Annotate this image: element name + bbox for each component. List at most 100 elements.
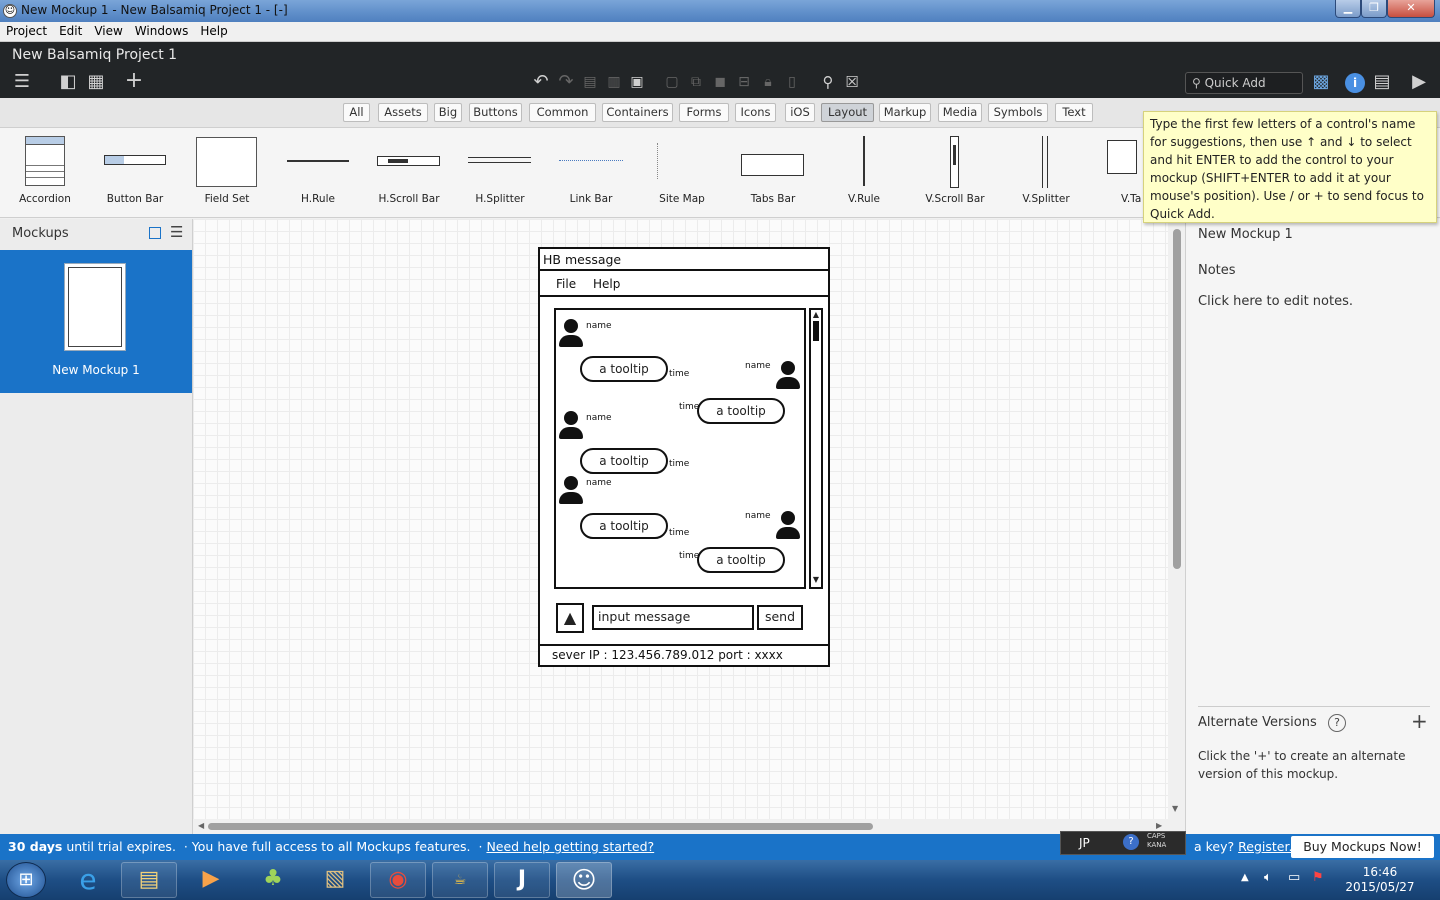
ui-library-icon[interactable]: ▩: [1309, 70, 1333, 94]
lock-icon[interactable]: 🔒︎: [756, 70, 780, 94]
undo-icon[interactable]: ↶: [529, 70, 553, 94]
grid-view-icon[interactable]: ▦: [84, 70, 108, 94]
align-icon[interactable]: ⊟: [732, 70, 756, 94]
tabs-bar-preview: [741, 154, 804, 176]
notes-editor[interactable]: Click here to edit notes.: [1198, 294, 1353, 309]
filter-tab-forms[interactable]: Forms: [679, 103, 729, 122]
filter-tab-markup[interactable]: Markup: [879, 103, 931, 122]
sketch-scrollbar: ▲: [809, 308, 823, 589]
quick-add-input[interactable]: ⚲ Quick Add: [1185, 72, 1303, 94]
library-item-v-splitter[interactable]: V.Splitter: [1001, 128, 1091, 218]
start-button[interactable]: ⊞: [6, 862, 46, 898]
buy-now-button[interactable]: Buy Mockups Now!: [1291, 836, 1434, 858]
filter-tab-big[interactable]: Big: [434, 103, 462, 122]
delete-icon[interactable]: ▯: [780, 70, 804, 94]
library-item-v-rule[interactable]: V.Rule: [819, 128, 909, 218]
hamburger-menu-icon[interactable]: ☰: [10, 70, 34, 94]
ime-language-bar[interactable]: JP ? CAPS KANA: [1060, 831, 1186, 855]
menu-edit[interactable]: Edit: [53, 22, 88, 38]
library-item-h-splitter[interactable]: H.Splitter: [455, 128, 545, 218]
scroll-down-arrow-icon[interactable]: ▼: [1172, 804, 1178, 813]
menu-windows[interactable]: Windows: [129, 22, 195, 38]
menu-view[interactable]: View: [88, 22, 128, 38]
jdeveloper-icon[interactable]: J: [494, 862, 550, 898]
ime-help-icon[interactable]: ?: [1123, 834, 1139, 850]
list-view-icon[interactable]: ☰: [170, 223, 183, 241]
menu-project[interactable]: Project: [0, 22, 53, 38]
library-item-h-scroll-bar[interactable]: H.Scroll Bar: [364, 128, 454, 218]
ime-language[interactable]: JP: [1079, 836, 1090, 850]
library-item-v-tabs[interactable]: V.Ta: [1093, 128, 1143, 218]
sketch-send-button: send: [757, 605, 803, 630]
show-hidden-icons[interactable]: ▲: [1241, 872, 1249, 883]
java-ee-ide-icon[interactable]: ☕: [432, 862, 488, 898]
library-item-accordion[interactable]: Accordion: [0, 128, 90, 218]
file-explorer-icon[interactable]: ▤: [121, 862, 177, 898]
remove-icon[interactable]: ☒: [840, 70, 864, 94]
paste-icon[interactable]: ▣: [625, 70, 649, 94]
bring-front-icon[interactable]: ◼: [708, 70, 732, 94]
volume-icon[interactable]: 🔈︎: [1264, 870, 1272, 885]
filter-tab-text[interactable]: Text: [1055, 103, 1093, 122]
filter-tab-buttons[interactable]: Buttons: [469, 103, 522, 122]
trial-days: 30 days: [8, 839, 63, 854]
filter-tab-symbols[interactable]: Symbols: [988, 103, 1048, 122]
cut-icon[interactable]: ▤: [578, 70, 602, 94]
balsamiq-icon[interactable]: ☺: [556, 862, 612, 898]
library-item-field-set[interactable]: Field Set: [182, 128, 272, 218]
scroll-thumb[interactable]: [208, 823, 873, 830]
filter-tab-assets[interactable]: Assets: [378, 103, 428, 122]
archive-icon[interactable]: ▧: [307, 862, 363, 898]
library-item-v-scroll-bar[interactable]: V.Scroll Bar: [910, 128, 1000, 218]
filter-tab-containers[interactable]: Containers: [602, 103, 673, 122]
presentation-icon[interactable]: ▶: [1407, 70, 1431, 94]
scroll-left-arrow-icon[interactable]: ◀: [198, 821, 204, 830]
properties-icon[interactable]: ▤: [1370, 70, 1394, 94]
message-time: time: [679, 551, 700, 561]
library-item-link-bar[interactable]: Link Bar: [546, 128, 636, 218]
help-icon[interactable]: ?: [1328, 714, 1346, 732]
filter-tab-all[interactable]: All: [343, 103, 370, 122]
scroll-right-arrow-icon[interactable]: ▶: [1156, 821, 1162, 830]
info-icon[interactable]: i: [1345, 73, 1365, 93]
alternate-versions-description: Click the '+' to create an alternate ver…: [1198, 749, 1406, 781]
media-player-icon[interactable]: ▶: [183, 862, 239, 898]
menu-help[interactable]: Help: [194, 22, 233, 38]
search-icon[interactable]: ⚲: [816, 70, 840, 94]
library-item-tabs-bar[interactable]: Tabs Bar: [728, 128, 818, 218]
mockup-name-field[interactable]: New Mockup 1: [1198, 227, 1293, 242]
canvas-horizontal-scrollbar[interactable]: ◀ ▶: [193, 819, 1168, 834]
group-icon[interactable]: ▢: [660, 70, 684, 94]
network-icon[interactable]: ♣: [245, 862, 301, 898]
filter-tab-common[interactable]: Common: [529, 103, 596, 122]
filter-tab-ios[interactable]: iOS: [785, 103, 815, 122]
ungroup-icon[interactable]: ⧉: [684, 70, 708, 94]
library-item-button-bar[interactable]: Button Bar: [90, 128, 180, 218]
network-status-icon[interactable]: ▭: [1288, 870, 1300, 885]
copy-icon[interactable]: ▥: [602, 70, 626, 94]
library-item-h-rule[interactable]: H.Rule: [273, 128, 363, 218]
single-thumb-view-icon[interactable]: [149, 227, 161, 239]
minimize-button[interactable]: ▁: [1335, 0, 1361, 18]
scroll-thumb[interactable]: [1173, 229, 1181, 569]
maximize-button[interactable]: ❐: [1361, 0, 1387, 18]
filter-tab-icons[interactable]: Icons: [735, 103, 776, 122]
sketch-window[interactable]: HB message File Help ▲ ▼ name a tooltip …: [538, 247, 830, 667]
filter-tab-media[interactable]: Media: [938, 103, 982, 122]
redo-icon[interactable]: ↷: [554, 70, 578, 94]
add-alternate-icon[interactable]: +: [1411, 709, 1428, 733]
trial-banner: 30 days until trial expires. · You have …: [0, 831, 1440, 860]
system-clock[interactable]: 16:46 2015/05/27: [1340, 865, 1420, 895]
action-center-icon[interactable]: ⚑: [1312, 870, 1324, 885]
filter-tab-layout[interactable]: Layout: [821, 103, 874, 122]
library-item-site-map[interactable]: Site Map: [637, 128, 727, 218]
canvas-vertical-scrollbar[interactable]: ▼: [1169, 219, 1185, 819]
mockup-canvas[interactable]: HB message File Help ▲ ▼ name a tooltip …: [193, 219, 1168, 819]
close-button[interactable]: ✕: [1387, 0, 1435, 18]
internet-explorer-icon[interactable]: e: [60, 862, 116, 898]
mockup-list-item[interactable]: New Mockup 1: [0, 250, 192, 393]
help-link[interactable]: Need help getting started?: [486, 839, 654, 854]
add-mockup-icon[interactable]: +: [122, 69, 146, 93]
single-view-icon[interactable]: ◧: [56, 70, 80, 94]
chrome-icon[interactable]: ◉: [370, 862, 426, 898]
